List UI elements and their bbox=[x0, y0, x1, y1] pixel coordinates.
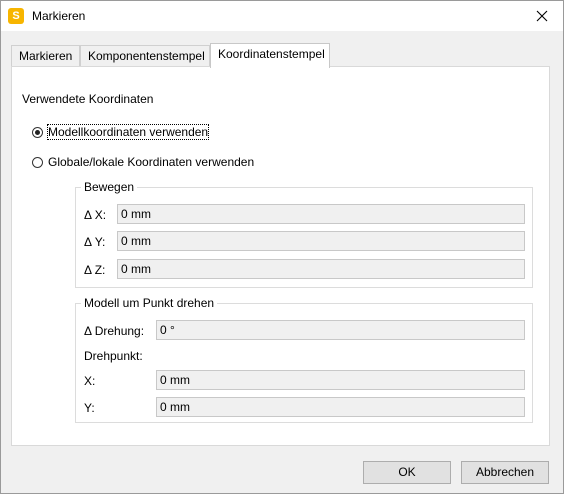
pivot-x-field[interactable]: 0 mm bbox=[156, 370, 525, 390]
cancel-button[interactable]: Abbrechen bbox=[461, 461, 549, 484]
pivot-y-label: Y: bbox=[84, 401, 95, 415]
window-title: Markieren bbox=[32, 9, 86, 23]
delta-x-field[interactable]: 0 mm bbox=[117, 204, 525, 224]
rotation-field[interactable]: 0 ° bbox=[156, 320, 525, 340]
close-icon bbox=[536, 10, 548, 22]
tab-markieren[interactable]: Markieren bbox=[11, 45, 80, 67]
pivot-label: Drehpunkt: bbox=[84, 349, 143, 363]
delta-z-field[interactable]: 0 mm bbox=[117, 259, 525, 279]
model-coordinates-option[interactable]: Modellkoordinaten verwenden bbox=[32, 124, 210, 140]
close-button[interactable] bbox=[525, 1, 559, 31]
ok-button[interactable]: OK bbox=[363, 461, 451, 484]
tab-koordinatenstempel[interactable]: Koordinatenstempel bbox=[210, 43, 330, 68]
delta-y-label: Δ Y: bbox=[84, 235, 106, 249]
delta-z-label: Δ Z: bbox=[84, 263, 106, 277]
global-coordinates-label[interactable]: Globale/lokale Koordinaten verwenden bbox=[48, 155, 254, 169]
app-icon: S bbox=[8, 8, 24, 24]
tab-komponentenstempel[interactable]: Komponentenstempel bbox=[80, 45, 210, 67]
pivot-x-label: X: bbox=[84, 374, 96, 388]
delta-y-field[interactable]: 0 mm bbox=[117, 231, 525, 251]
coordinates-section-label: Verwendete Koordinaten bbox=[22, 92, 154, 106]
model-coordinates-label[interactable]: Modellkoordinaten verwenden bbox=[46, 124, 210, 140]
dialog-window: S Markieren Markieren Komponentenstempel… bbox=[0, 0, 564, 494]
model-coordinates-radio[interactable] bbox=[32, 126, 43, 138]
pivot-y-field[interactable]: 0 mm bbox=[156, 397, 525, 417]
global-coordinates-option[interactable]: Globale/lokale Koordinaten verwenden bbox=[32, 155, 254, 169]
move-group: Bewegen Δ X: 0 mm Δ Y: 0 mm Δ Z: 0 mm bbox=[75, 180, 533, 288]
rotate-group: Modell um Punkt drehen Δ Drehung: 0 ° Dr… bbox=[75, 296, 533, 423]
global-coordinates-radio[interactable] bbox=[32, 156, 43, 168]
rotate-group-title: Modell um Punkt drehen bbox=[81, 296, 218, 310]
rotation-label: Δ Drehung: bbox=[84, 324, 145, 338]
title-bar: S Markieren bbox=[1, 1, 563, 31]
delta-x-label: Δ X: bbox=[84, 208, 107, 222]
tab-panel: Verwendete Koordinaten Modellkoordinaten… bbox=[11, 66, 550, 446]
move-group-title: Bewegen bbox=[81, 180, 138, 194]
